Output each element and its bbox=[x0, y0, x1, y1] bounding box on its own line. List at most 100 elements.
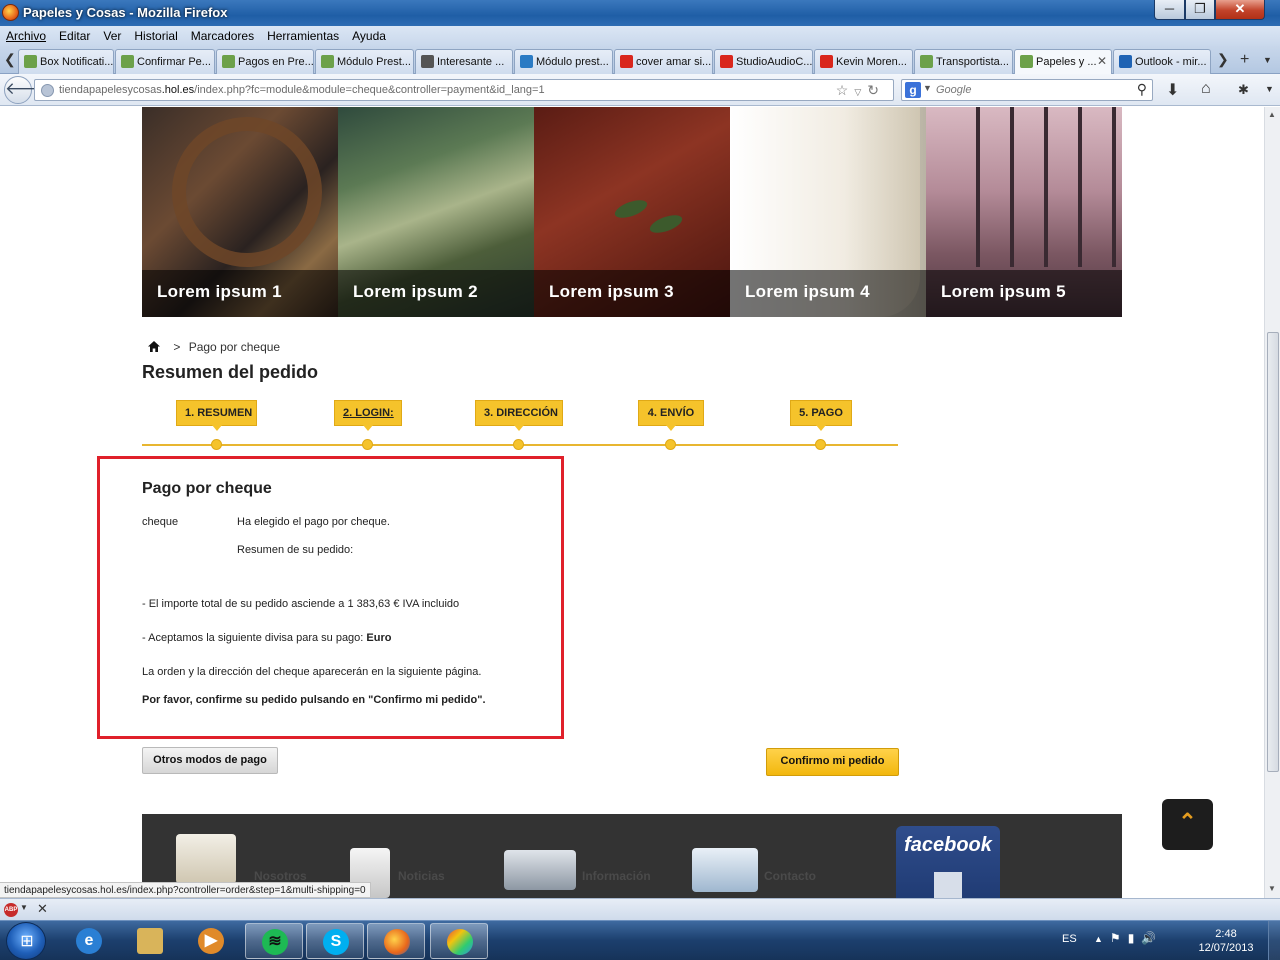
menu-historial[interactable]: Historial bbox=[134, 26, 177, 43]
dropdown-icon[interactable]: ▽ bbox=[854, 87, 867, 97]
menu-archivo[interactable]: Archivo bbox=[6, 26, 46, 43]
tab[interactable]: Módulo Prest... bbox=[315, 49, 414, 74]
show-desktop-button[interactable] bbox=[1268, 921, 1280, 960]
youtube-icon bbox=[620, 55, 633, 68]
search-icon[interactable]: ⚲ bbox=[1137, 81, 1147, 98]
new-tab-icon[interactable]: + bbox=[1240, 51, 1249, 69]
banner-panel-1[interactable]: Lorem ipsum 1 bbox=[142, 107, 338, 317]
list-tabs-icon[interactable]: ▼ bbox=[1263, 55, 1272, 65]
close-tab-icon[interactable]: ✕ bbox=[1097, 54, 1107, 68]
back-button[interactable]: 🡐 bbox=[4, 76, 51, 104]
menu-marcadores[interactable]: Marcadores bbox=[191, 26, 254, 43]
taskbar-skype[interactable]: S bbox=[306, 923, 364, 959]
tab[interactable]: Confirmar Pe... bbox=[115, 49, 215, 74]
tabs-scroll-right-icon[interactable]: ❯ bbox=[1217, 51, 1229, 68]
maximize-button[interactable]: ❐ bbox=[1185, 0, 1215, 20]
taskbar-explorer[interactable] bbox=[121, 923, 179, 959]
close-addon-bar-icon[interactable]: ✕ bbox=[37, 901, 48, 917]
facebook-link[interactable]: facebook bbox=[896, 826, 1000, 898]
tabs-scroll-left-icon[interactable]: ❮ bbox=[4, 51, 16, 68]
tab[interactable]: cover amar si... bbox=[614, 49, 713, 74]
step-label[interactable]: 4. ENVÍO bbox=[638, 400, 704, 431]
tab[interactable]: Módulo prest... bbox=[514, 49, 613, 74]
taskbar-firefox[interactable] bbox=[367, 923, 425, 959]
network-icon[interactable]: ▮ bbox=[1128, 931, 1142, 945]
extension-icon[interactable]: ✱ bbox=[1238, 82, 1249, 98]
tab[interactable]: Interesante ... bbox=[415, 49, 513, 74]
language-indicator[interactable]: ES bbox=[1062, 933, 1077, 945]
scrollbar-thumb[interactable] bbox=[1267, 332, 1279, 772]
footer-label[interactable]: Nosotros bbox=[254, 869, 307, 883]
scroll-up-icon[interactable]: ▲ bbox=[1268, 110, 1276, 119]
menu-herramientas[interactable]: Herramientas bbox=[267, 26, 339, 43]
clock-date: 12/07/2013 bbox=[1198, 942, 1254, 954]
bookmark-star-icon[interactable]: ☆ bbox=[836, 82, 855, 98]
menu-editar[interactable]: Editar bbox=[59, 26, 90, 43]
home-icon[interactable] bbox=[148, 341, 160, 352]
tab[interactable]: StudioAudioC... bbox=[714, 49, 813, 74]
url-bar[interactable]: tiendapapelesycosas.hol.es/index.php?fc=… bbox=[34, 79, 894, 101]
currency-value: Euro bbox=[366, 632, 392, 644]
download-icon[interactable]: ⬇ bbox=[1166, 80, 1179, 100]
google-icon[interactable]: g bbox=[905, 82, 921, 98]
step-resumen[interactable]: 1. RESUMEN bbox=[176, 400, 257, 450]
windows-logo-icon: ⊞ bbox=[20, 933, 34, 950]
confirm-order-button[interactable]: Confirmo mi pedido bbox=[766, 748, 899, 776]
banner-panel-5[interactable]: Lorem ipsum 5 bbox=[926, 107, 1122, 317]
minimize-button[interactable]: ─ bbox=[1154, 0, 1185, 20]
site-identity-icon[interactable] bbox=[41, 84, 54, 97]
youtube-icon bbox=[720, 55, 733, 68]
show-hidden-icons-icon[interactable]: ▲ bbox=[1094, 934, 1110, 944]
step-label[interactable]: 2. LOGIN: bbox=[334, 400, 402, 431]
other-payment-methods-button[interactable]: Otros modos de pago bbox=[142, 747, 278, 774]
tab[interactable]: Transportista... bbox=[914, 49, 1013, 74]
banner-panel-2[interactable]: Lorem ipsum 2 bbox=[338, 107, 534, 317]
tab[interactable]: Pagos en Pre... bbox=[216, 49, 314, 74]
adblock-icon[interactable]: ABP bbox=[4, 903, 18, 917]
breadcrumb-separator: > bbox=[173, 340, 181, 354]
close-window-button[interactable]: ✕ bbox=[1215, 0, 1265, 20]
step-envio[interactable]: 4. ENVÍO bbox=[638, 400, 704, 450]
vertical-scrollbar[interactable]: ▲ ▼ bbox=[1264, 107, 1280, 898]
home-icon[interactable]: ⌂ bbox=[1201, 80, 1211, 98]
start-button[interactable]: ⊞ bbox=[6, 922, 46, 960]
engine-dropdown-icon[interactable]: ▼ bbox=[923, 83, 932, 93]
menu-dropdown-icon[interactable]: ▼ bbox=[1265, 84, 1274, 94]
menu-ayuda[interactable]: Ayuda bbox=[352, 26, 386, 43]
tab[interactable]: Outlook - mir... bbox=[1113, 49, 1211, 74]
clock[interactable]: 2:48 12/07/2013 bbox=[1190, 927, 1262, 955]
menu-bar: Archivo Editar Ver Historial Marcadores Herra… bbox=[0, 26, 1280, 46]
search-bar[interactable]: g ▼ Google ⚲ bbox=[901, 79, 1153, 101]
step-pago[interactable]: 5. PAGO bbox=[790, 400, 852, 450]
facebook-logo-text: facebook bbox=[904, 834, 992, 856]
step-login[interactable]: 2. LOGIN: bbox=[334, 400, 402, 450]
scroll-down-icon[interactable]: ▼ bbox=[1268, 884, 1276, 893]
action-center-flag-icon[interactable]: ⚑ bbox=[1110, 931, 1128, 945]
step-direccion[interactable]: 3. DIRECCIÓN bbox=[475, 400, 563, 450]
adblock-dropdown-icon[interactable]: ▼ bbox=[20, 903, 28, 912]
step-label[interactable]: 1. RESUMEN bbox=[176, 400, 257, 431]
taskbar: ⊞ e ▶ ≋ S ES ▲⚑▮🔊 2:48 12/07/2013 bbox=[0, 920, 1280, 960]
internet-explorer-icon: e bbox=[76, 928, 102, 954]
footer-label[interactable]: Contacto bbox=[764, 869, 816, 883]
banner-panel-3[interactable]: Lorem ipsum 3 bbox=[534, 107, 730, 317]
taskbar-paint[interactable] bbox=[430, 923, 488, 959]
image-banner: Lorem ipsum 1 Lorem ipsum 2 Lorem ipsum … bbox=[142, 107, 1122, 317]
menu-ver[interactable]: Ver bbox=[103, 26, 121, 43]
taskbar-media-player[interactable]: ▶ bbox=[182, 923, 240, 959]
footer-label[interactable]: Información bbox=[582, 869, 651, 883]
taskbar-ie[interactable]: e bbox=[60, 923, 118, 959]
tab-active[interactable]: Papeles y ... ✕ bbox=[1014, 49, 1112, 75]
footer-label[interactable]: Noticias bbox=[398, 869, 445, 883]
step-label[interactable]: 3. DIRECCIÓN bbox=[475, 400, 563, 431]
taskbar-spotify[interactable]: ≋ bbox=[245, 923, 303, 959]
reload-icon[interactable]: ↻ bbox=[867, 82, 885, 98]
tab[interactable]: Kevin Moren... bbox=[814, 49, 913, 74]
volume-icon[interactable]: 🔊 bbox=[1141, 931, 1163, 945]
tab[interactable]: Box Notificati... bbox=[18, 49, 114, 74]
step-dot bbox=[665, 439, 676, 450]
step-label[interactable]: 5. PAGO bbox=[790, 400, 852, 431]
search-placeholder: Google bbox=[936, 84, 972, 96]
scroll-to-top-button[interactable]: ⌃ bbox=[1162, 799, 1213, 850]
banner-panel-4[interactable]: Lorem ipsum 4 bbox=[730, 107, 926, 317]
